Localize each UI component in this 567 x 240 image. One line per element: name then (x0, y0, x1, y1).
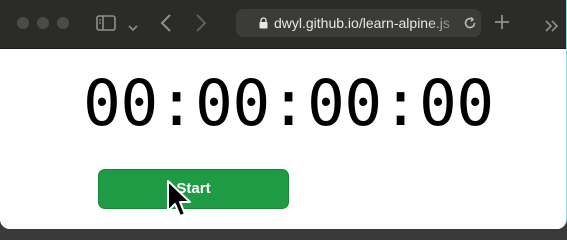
overflow-icon[interactable] (545, 15, 559, 37)
minimize-window-button[interactable] (37, 17, 49, 29)
chevron-down-icon[interactable] (128, 15, 138, 37)
url-text: dwyl.github.io/learn-alpine.js (274, 15, 450, 31)
timer-display: 00:00:00:00 (83, 67, 494, 140)
sidebar-icon[interactable] (96, 14, 116, 36)
close-window-button[interactable] (17, 17, 29, 29)
zoom-window-button[interactable] (57, 17, 69, 29)
page-content: 00:00:00:00 Start (0, 49, 566, 229)
lock-icon (259, 17, 268, 29)
reload-icon[interactable] (462, 15, 478, 31)
back-icon[interactable] (160, 13, 172, 38)
new-tab-icon[interactable] (494, 13, 510, 35)
mouse-cursor-icon (167, 180, 191, 217)
browser-toolbar: dwyl.github.io/learn-alpine.js (0, 0, 566, 49)
address-bar[interactable]: dwyl.github.io/learn-alpine.js (236, 9, 481, 37)
browser-window: dwyl.github.io/learn-alpine.js 00:00:00:… (0, 0, 567, 229)
forward-icon[interactable] (195, 13, 207, 38)
